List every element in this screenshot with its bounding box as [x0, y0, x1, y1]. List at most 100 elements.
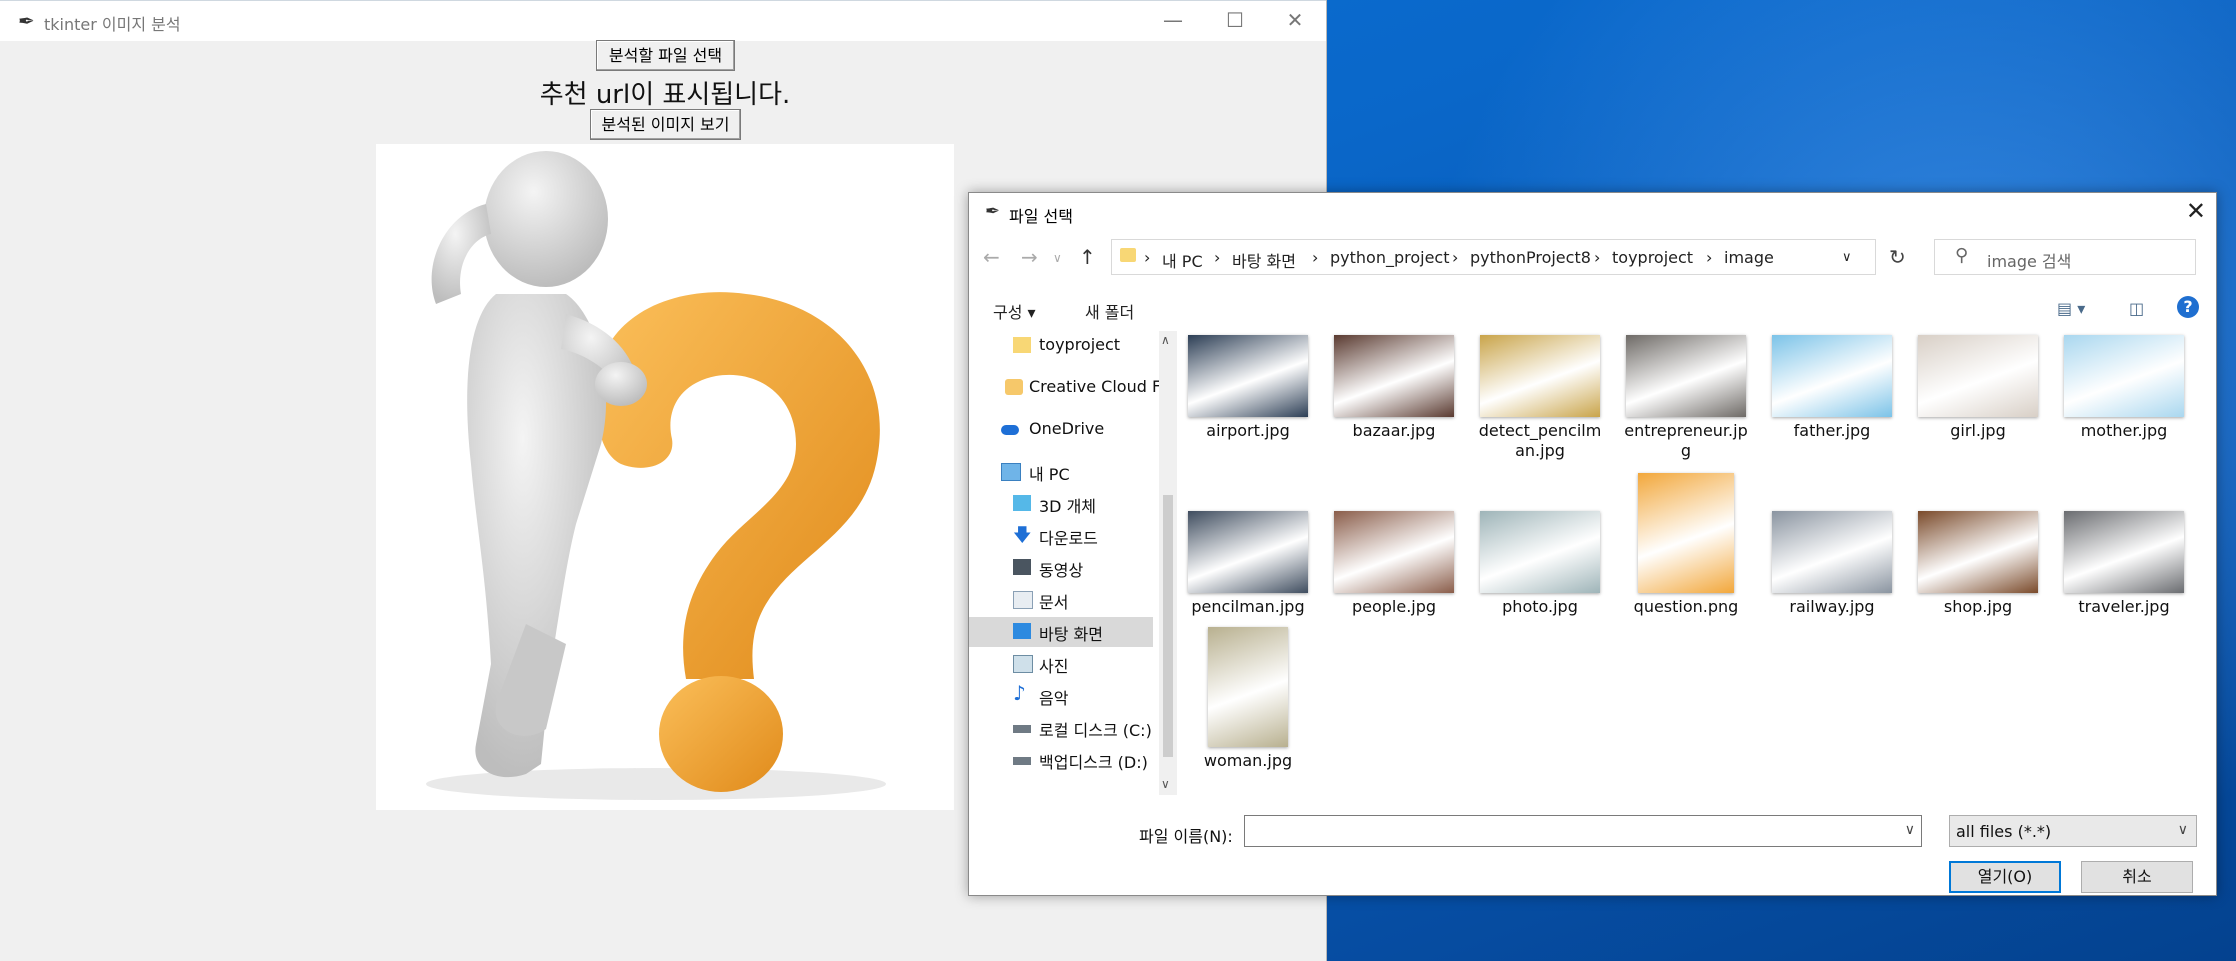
file-name: photo.jpg [1502, 597, 1578, 616]
up-arrow-icon[interactable]: ↑ [1079, 245, 1096, 269]
file-dialog: ✒ 파일 선택 ✕ ← → ∨ ↑ › 내 PC › 바탕 화면 › pytho… [968, 192, 2217, 896]
sidebar-item-videos[interactable]: 동영상 [969, 553, 1153, 583]
tk-feather-icon: ✒ [18, 9, 35, 33]
file-list: airport.jpg bazaar.jpg detect_pencilman.… [1185, 331, 2210, 796]
scroll-up-icon[interactable]: ∧ [1161, 333, 1170, 347]
view-options-icon[interactable]: ▤ ▾ [2057, 299, 2085, 318]
sidebar-item-documents[interactable]: 문서 [969, 585, 1153, 615]
maximize-button[interactable]: ☐ [1212, 5, 1258, 35]
navigation-bar: ← → ∨ ↑ › 내 PC › 바탕 화면 › python_project … [969, 237, 2216, 277]
file-item[interactable]: girl.jpg [1915, 335, 2041, 441]
file-item[interactable]: photo.jpg [1477, 511, 1603, 617]
file-name: woman.jpg [1203, 751, 1293, 770]
file-name: railway.jpg [1789, 597, 1875, 616]
address-bar[interactable]: › 내 PC › 바탕 화면 › python_project › python… [1111, 239, 1876, 275]
sidebar-item-label: 다운로드 [1039, 529, 1098, 548]
filetype-select[interactable]: all files (*.*) ∨ [1949, 815, 2197, 847]
breadcrumb-python-project[interactable]: python_project [1330, 248, 1450, 267]
download-icon: 🡇 [1013, 525, 1032, 546]
file-item[interactable]: question.png [1623, 473, 1749, 617]
select-file-button[interactable]: 분석할 파일 선택 [596, 40, 735, 71]
breadcrumb-pythonproject8[interactable]: pythonProject8 [1470, 248, 1591, 267]
picture-icon [1013, 655, 1033, 673]
filetype-value: all files (*.*) [1956, 822, 2052, 841]
sidebar-item-music[interactable]: ♪ 음악 [969, 681, 1153, 711]
dialog-title-bar[interactable]: ✒ 파일 선택 ✕ [969, 193, 2216, 231]
file-item[interactable]: father.jpg [1769, 335, 1895, 441]
sidebar-item-toyproject[interactable]: toyproject [969, 331, 1153, 361]
file-item[interactable]: people.jpg [1331, 511, 1457, 617]
sidebar-item-label: 동영상 [1039, 561, 1084, 580]
close-button[interactable]: ✕ [1272, 5, 1318, 35]
cancel-button[interactable]: 취소 [2081, 861, 2193, 893]
creative-cloud-icon [1005, 379, 1023, 395]
drive-icon [1013, 757, 1031, 765]
file-item[interactable]: bazaar.jpg [1331, 335, 1457, 441]
tk-feather-icon: ✒ [985, 201, 1001, 222]
file-thumbnail [1334, 335, 1454, 417]
file-item[interactable]: shop.jpg [1915, 511, 2041, 617]
sidebar-item-local-disk-c[interactable]: 로컬 디스크 (C:) [969, 713, 1153, 743]
address-dropdown-icon[interactable]: ∨ [1842, 250, 1852, 265]
dialog-bottom-bar: 파일 이름(N): ∨ all files (*.*) ∨ 열기(O) 취소 [969, 803, 2216, 895]
back-arrow-icon[interactable]: ← [983, 245, 1000, 269]
view-analyzed-image-button[interactable]: 분석된 이미지 보기 [590, 109, 741, 140]
breadcrumb-separator: › [1312, 248, 1319, 267]
file-item[interactable]: woman.jpg [1185, 627, 1311, 771]
minimize-button[interactable]: — [1150, 5, 1196, 35]
search-box[interactable]: ⚲ image 검색 [1934, 239, 2196, 275]
file-item[interactable]: railway.jpg [1769, 511, 1895, 617]
file-item[interactable]: detect_pencilman.jpg [1477, 335, 1603, 461]
sidebar-item-label: toyproject [1039, 335, 1121, 354]
sidebar-item-my-pc[interactable]: 내 PC [969, 457, 1153, 487]
sidebar-item-label: Creative Cloud Fil [1029, 377, 1169, 396]
navigation-scrollbar[interactable]: ∧ ∨ [1159, 331, 1177, 795]
dialog-toolbar: 구성 ▾ 새 폴더 ▤ ▾ ◫ ? [969, 293, 2216, 327]
file-item[interactable]: airport.jpg [1185, 335, 1311, 441]
breadcrumb-my-pc[interactable]: 내 PC [1162, 248, 1203, 272]
open-button[interactable]: 열기(O) [1949, 861, 2061, 893]
breadcrumb-separator: › [1144, 248, 1151, 267]
folder-icon [1013, 337, 1031, 353]
file-item[interactable]: entrepreneur.jpg [1623, 335, 1749, 461]
file-name: girl.jpg [1950, 421, 2006, 440]
new-folder-button[interactable]: 새 폴더 [1085, 299, 1134, 323]
breadcrumb-separator: › [1452, 248, 1459, 267]
sidebar-item-backup-disk-d[interactable]: 백업디스크 (D:) [969, 745, 1153, 775]
sidebar-item-desktop[interactable]: 바탕 화면 [969, 617, 1153, 647]
refresh-icon[interactable]: ↻ [1889, 245, 1906, 269]
pc-icon [1001, 463, 1021, 481]
sidebar-item-downloads[interactable]: 🡇 다운로드 [969, 521, 1153, 551]
file-thumbnail [1638, 473, 1734, 593]
file-item[interactable]: mother.jpg [2061, 335, 2187, 441]
file-thumbnail [1334, 511, 1454, 593]
breadcrumb-image[interactable]: image [1724, 248, 1774, 267]
help-icon[interactable]: ? [2177, 296, 2199, 318]
file-thumbnail [1626, 335, 1746, 417]
forward-arrow-icon[interactable]: → [1021, 245, 1038, 269]
file-name: entrepreneur.jpg [1624, 421, 1748, 460]
music-icon: ♪ [1013, 681, 1026, 705]
recent-dropdown-icon[interactable]: ∨ [1053, 251, 1062, 265]
file-name: question.png [1633, 597, 1739, 616]
file-item[interactable]: traveler.jpg [2061, 511, 2187, 617]
sidebar-item-3d-objects[interactable]: 3D 개체 [969, 489, 1153, 519]
dialog-title: 파일 선택 [1009, 207, 1073, 226]
organize-button[interactable]: 구성 ▾ [993, 299, 1036, 323]
dialog-close-icon[interactable]: ✕ [2186, 197, 2206, 225]
sidebar-item-pictures[interactable]: 사진 [969, 649, 1153, 679]
scroll-down-icon[interactable]: ∨ [1161, 777, 1170, 791]
breadcrumb-toyproject[interactable]: toyproject [1612, 248, 1693, 267]
scrollbar-thumb[interactable] [1163, 495, 1173, 757]
title-bar[interactable]: ✒ tkinter 이미지 분석 — ☐ ✕ [0, 0, 1326, 41]
preview-pane-icon[interactable]: ◫ [2129, 299, 2144, 318]
chevron-down-icon[interactable]: ∨ [1905, 822, 1915, 838]
file-item[interactable]: pencilman.jpg [1185, 511, 1311, 617]
breadcrumb-desktop[interactable]: 바탕 화면 [1232, 248, 1296, 272]
sidebar-item-creative-cloud[interactable]: Creative Cloud Fil [969, 373, 1169, 403]
recommended-url-label: 추천 url이 표시됩니다. [539, 80, 791, 110]
file-name: shop.jpg [1943, 597, 2013, 616]
sidebar-item-onedrive[interactable]: OneDrive [969, 415, 1153, 445]
sidebar-item-label: 사진 [1039, 657, 1069, 676]
filename-input[interactable]: ∨ [1244, 815, 1922, 847]
